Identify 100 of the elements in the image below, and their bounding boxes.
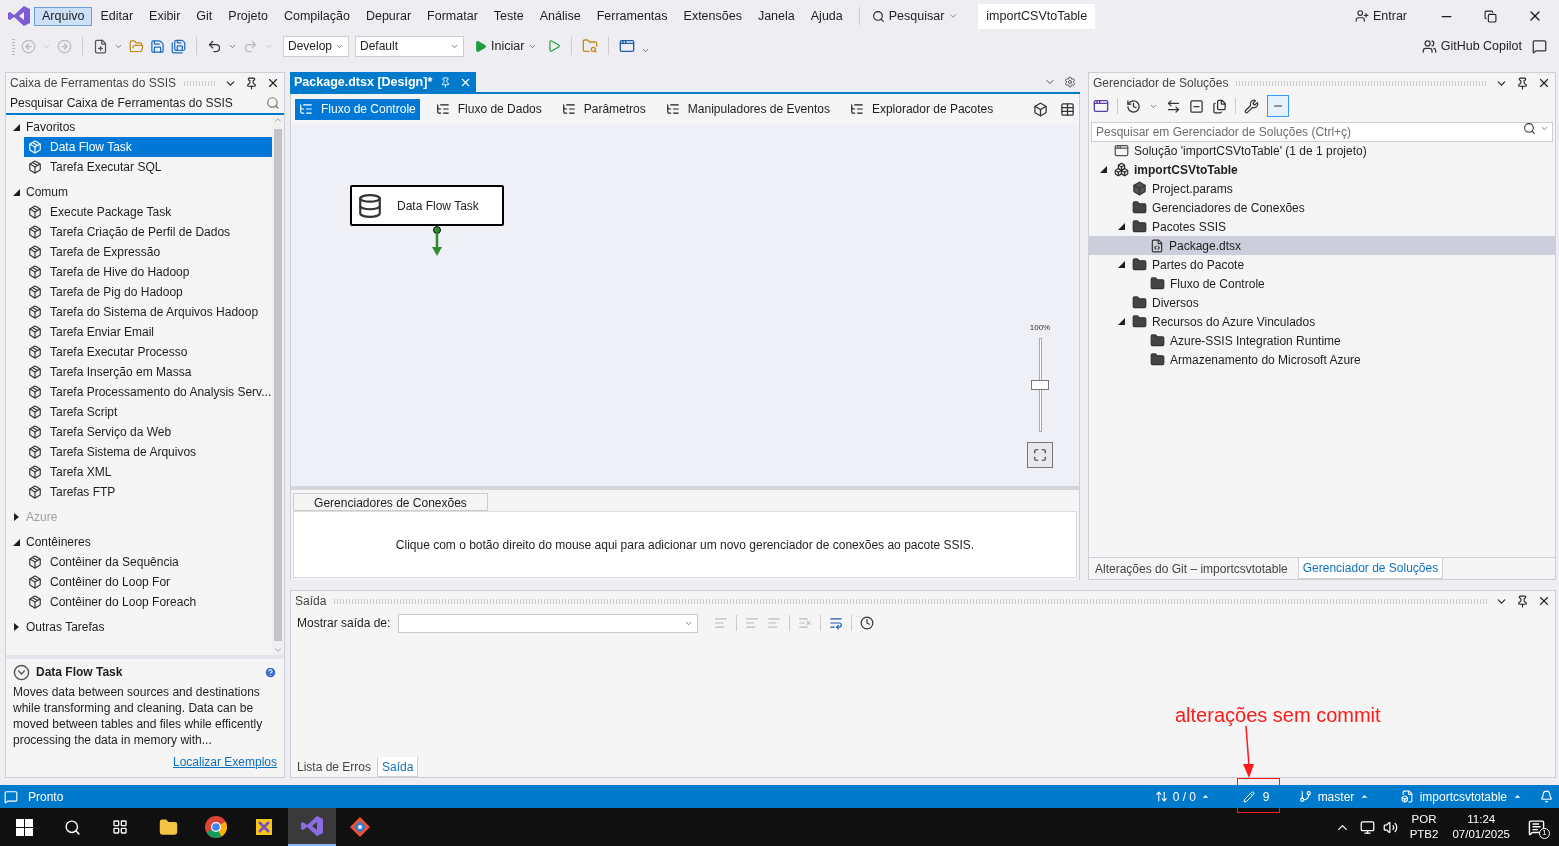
copy-icon[interactable] [1212, 98, 1227, 114]
history-icon[interactable] [1126, 98, 1141, 114]
menu-item[interactable]: Extensões [675, 6, 750, 26]
designer-tab[interactable]: Manipuladores de Eventos [661, 98, 834, 120]
save-all-icon[interactable] [171, 38, 186, 54]
menu-item[interactable]: Compilação [275, 6, 358, 26]
sign-in-button[interactable]: Entrar [1354, 6, 1407, 26]
toolbox-item[interactable]: Contêiner da Sequência [24, 552, 272, 572]
fit-button[interactable] [1027, 442, 1053, 468]
close-icon[interactable] [1537, 76, 1551, 90]
menu-item[interactable]: Exibir [141, 6, 189, 26]
examples-link[interactable]: Localizar Exemplos [172, 753, 277, 771]
toolbox-item[interactable]: Contêiner do Loop Foreach [24, 592, 272, 612]
preview-toggle[interactable] [1267, 95, 1289, 117]
menu-item[interactable]: Formatar [419, 6, 486, 26]
sync-status[interactable]: 0 / 0 [1154, 787, 1225, 806]
toolbox-item[interactable]: Tarefa Script [24, 402, 272, 422]
tree-item[interactable]: Package.dtsx [1089, 236, 1555, 255]
pin-icon[interactable] [1516, 76, 1529, 90]
toolbox-item[interactable]: Execute Package Task [24, 202, 272, 222]
toolbox-item[interactable]: Tarefas FTP [24, 482, 272, 502]
tree-item[interactable]: Fluxo de Controle [1089, 274, 1555, 293]
app-logo-icon[interactable] [301, 816, 323, 836]
restore-icon[interactable] [1484, 9, 1497, 23]
menu-item[interactable]: Teste [485, 6, 532, 26]
toolbox-item[interactable]: Tarefa Sistema de Arquivos [24, 442, 272, 462]
designer-tab[interactable]: Fluxo de Controle [295, 98, 420, 120]
help-icon[interactable] [264, 665, 277, 679]
menu-item[interactable]: Editar [92, 6, 142, 26]
notification-center-icon[interactable] [1528, 818, 1545, 836]
language-indicator[interactable]: POR [1411, 812, 1437, 827]
close-icon[interactable] [266, 76, 280, 90]
window-icon[interactable] [619, 38, 636, 54]
platform-dropdown[interactable]: Default [355, 35, 464, 57]
panel-tab[interactable]: Alterações do Git – importcsvtotable [1091, 558, 1292, 579]
wrench-icon[interactable] [1244, 98, 1259, 114]
toolbox-item[interactable]: Tarefa Executar SQL [24, 157, 272, 177]
toolbox-item[interactable]: Tarefa Enviar Email [24, 322, 272, 342]
volume-icon[interactable] [1382, 819, 1398, 835]
toolbox-item[interactable]: Tarefa Inserção em Massa [24, 362, 272, 382]
clock-time[interactable]: 11:24 [1467, 812, 1496, 827]
tree-item[interactable]: Project.params [1089, 179, 1555, 198]
tree-item[interactable]: Pacotes SSIS [1089, 217, 1555, 236]
toolbox-item[interactable]: Tarefa Executar Processo [24, 342, 272, 362]
task-view-icon[interactable] [112, 819, 128, 835]
folder-icon[interactable] [158, 817, 178, 837]
tree-item[interactable]: Recursos do Azure Vinculados [1089, 312, 1555, 331]
app-logo-icon[interactable] [8, 6, 30, 26]
play-outline-icon[interactable] [547, 39, 562, 53]
designer-tab[interactable]: Parâmetros [557, 98, 650, 120]
pin-icon[interactable] [1516, 594, 1529, 608]
menu-item[interactable]: Ajuda [802, 6, 851, 26]
tree-item[interactable]: Gerenciadores de Conexões [1089, 198, 1555, 217]
group-header[interactable]: Contêineres [26, 533, 91, 551]
collapsed-arrow-icon[interactable] [13, 623, 19, 631]
expanded-arrow-icon[interactable] [1099, 166, 1107, 173]
toolbox-item[interactable]: Tarefa Processamento do Analysis Serv... [24, 382, 272, 402]
folder-search-icon[interactable] [582, 38, 599, 54]
configuration-dropdown[interactable]: Develop [283, 35, 349, 57]
toolbox-item[interactable]: Tarefa de Pig do Hadoop [24, 282, 272, 302]
zoom-slider[interactable] [1033, 338, 1047, 432]
git-app-icon[interactable] [350, 817, 370, 837]
expanded-arrow-icon[interactable] [1117, 318, 1125, 325]
expanded-arrow-icon[interactable] [1117, 223, 1125, 230]
toolbox-item[interactable]: Contêiner do Loop For [24, 572, 272, 592]
group-header[interactable]: Favoritos [26, 118, 76, 136]
menu-item[interactable]: Git [188, 6, 221, 26]
expanded-arrow-icon[interactable] [12, 538, 20, 546]
menu-item[interactable]: Depurar [357, 6, 420, 26]
toolbox-item[interactable]: Tarefa de Expressão [24, 242, 272, 262]
repository-selector[interactable]: importcsvtotable [1400, 787, 1522, 806]
new-project-icon[interactable] [93, 38, 108, 54]
toolbox-item[interactable]: Tarefa Criação de Perfil de Dados [24, 222, 272, 242]
expanded-arrow-icon[interactable] [12, 188, 20, 196]
tool-app-icon[interactable] [254, 817, 274, 837]
menu-item[interactable]: Projeto [220, 6, 276, 26]
browser-icon[interactable] [205, 816, 227, 838]
menu-item[interactable]: Janela [749, 6, 803, 26]
tree-item[interactable]: importCSVtoTable [1089, 160, 1555, 179]
toolbox-item[interactable]: Tarefa do Sistema de Arquivos Hadoop [24, 302, 272, 322]
notifications-icon[interactable] [1540, 790, 1553, 803]
toolbox-item[interactable]: Data Flow Task [24, 137, 272, 157]
branch-selector[interactable]: master [1298, 787, 1391, 806]
group-header[interactable]: Comum [26, 183, 68, 201]
pending-changes[interactable]: 9 [1242, 787, 1283, 806]
toolbox-item[interactable]: Tarefa XML [24, 462, 272, 482]
tree-item[interactable]: Azure-SSIS Integration Runtime [1089, 331, 1555, 350]
settings-icon[interactable] [1064, 76, 1076, 88]
designer-tab[interactable]: Explorador de Pacotes [845, 98, 998, 120]
designer-tab[interactable]: Fluxo de Dados [431, 98, 546, 120]
start-icon[interactable] [15, 818, 33, 836]
collapse-all-icon[interactable] [1189, 98, 1204, 114]
word-wrap-icon[interactable] [829, 616, 844, 630]
save-icon[interactable] [150, 38, 165, 54]
network-icon[interactable] [1359, 819, 1375, 835]
tree-item[interactable]: Diversos [1089, 293, 1555, 312]
precedence-arrow[interactable] [431, 226, 443, 257]
open-folder-icon[interactable] [129, 38, 144, 54]
sync-icon[interactable] [1166, 98, 1181, 114]
copilot-button[interactable]: GitHub Copilot [1421, 36, 1522, 56]
